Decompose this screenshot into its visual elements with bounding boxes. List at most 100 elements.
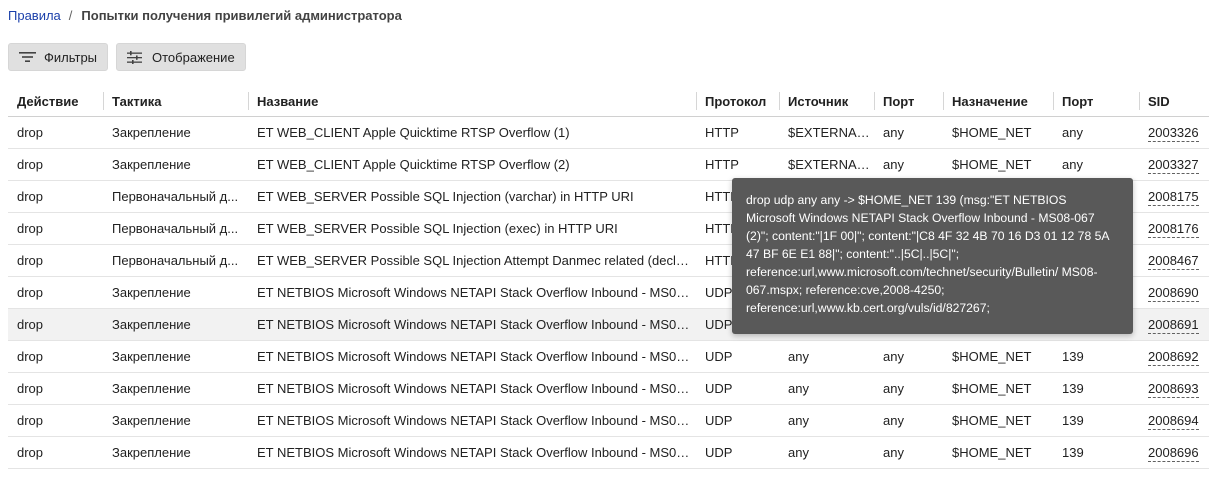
filters-button-label: Фильтры xyxy=(44,49,98,65)
breadcrumb: Правила / Попытки получения привилегий а… xyxy=(8,7,402,25)
cell-source-port: any xyxy=(874,372,943,405)
breadcrumb-separator: / xyxy=(68,8,73,23)
cell-destination: $HOME_NET xyxy=(943,340,1053,373)
cell-name: ET NETBIOS Microsoft Windows NETAPI Stac… xyxy=(248,372,696,405)
cell-destination: $HOME_NET xyxy=(943,372,1053,405)
cell-sid: 2008175 xyxy=(1139,180,1209,213)
cell-action: drop xyxy=(8,148,103,181)
cell-action: drop xyxy=(8,244,103,277)
cell-source-port: any xyxy=(874,340,943,373)
sliders-icon xyxy=(127,50,144,64)
cell-tactic: Первоначальный д... xyxy=(103,212,248,245)
cell-protocol: UDP xyxy=(696,404,779,437)
cell-destination: $HOME_NET xyxy=(943,148,1053,181)
toolbar: Фильтры Отображение xyxy=(8,43,246,71)
sid-link[interactable]: 2008691 xyxy=(1148,317,1199,334)
cell-name: ET NETBIOS Microsoft Windows NETAPI Stac… xyxy=(248,436,696,469)
cell-protocol: UDP xyxy=(696,340,779,373)
breadcrumb-rules-link[interactable]: Правила xyxy=(8,7,61,25)
cell-destination: $HOME_NET xyxy=(943,436,1053,469)
cell-source-port: any xyxy=(874,116,943,149)
cell-sid: 2008691 xyxy=(1139,308,1209,341)
column-header-sid[interactable]: SID xyxy=(1139,86,1209,117)
cell-protocol: UDP xyxy=(696,436,779,469)
table-row[interactable]: drop Закрепление ET NETBIOS Microsoft Wi… xyxy=(8,404,1209,437)
cell-name: ET NETBIOS Microsoft Windows NETAPI Stac… xyxy=(248,308,696,341)
cell-tactic: Закрепление xyxy=(103,340,248,373)
cell-tactic: Закрепление xyxy=(103,308,248,341)
column-header-tactic[interactable]: Тактика xyxy=(103,86,248,117)
cell-source: $EXTERNAL... xyxy=(779,148,874,181)
cell-action: drop xyxy=(8,340,103,373)
cell-name: ET NETBIOS Microsoft Windows NETAPI Stac… xyxy=(248,340,696,373)
column-header-destination[interactable]: Назначение xyxy=(943,86,1053,117)
cell-action: drop xyxy=(8,372,103,405)
filters-button[interactable]: Фильтры xyxy=(8,43,109,71)
filter-icon xyxy=(19,50,36,64)
cell-protocol: HTTP xyxy=(696,116,779,149)
cell-source-port: any xyxy=(874,404,943,437)
cell-action: drop xyxy=(8,180,103,213)
sid-link[interactable]: 2008467 xyxy=(1148,253,1199,270)
sid-link[interactable]: 2008694 xyxy=(1148,413,1199,430)
cell-action: drop xyxy=(8,308,103,341)
cell-tactic: Закрепление xyxy=(103,148,248,181)
cell-name: ET NETBIOS Microsoft Windows NETAPI Stac… xyxy=(248,404,696,437)
cell-source: any xyxy=(779,404,874,437)
cell-source: $EXTERNAL... xyxy=(779,116,874,149)
cell-action: drop xyxy=(8,436,103,469)
table-row[interactable]: drop Закрепление ET NETBIOS Microsoft Wi… xyxy=(8,372,1209,405)
table-header-row: Действие Тактика Название Протокол Источ… xyxy=(8,86,1209,117)
cell-sid: 2003327 xyxy=(1139,148,1209,181)
column-header-source-port[interactable]: Порт xyxy=(874,86,943,117)
table-row[interactable]: drop Закрепление ET WEB_CLIENT Apple Qui… xyxy=(8,116,1209,149)
cell-sid: 2008692 xyxy=(1139,340,1209,373)
cell-sid: 2008467 xyxy=(1139,244,1209,277)
cell-action: drop xyxy=(8,404,103,437)
cell-destination-port: 139 xyxy=(1053,404,1139,437)
cell-sid: 2003326 xyxy=(1139,116,1209,149)
sid-link[interactable]: 2008692 xyxy=(1148,349,1199,366)
cell-name: ET NETBIOS Microsoft Windows NETAPI Stac… xyxy=(248,276,696,309)
sid-link[interactable]: 2008696 xyxy=(1148,445,1199,462)
cell-action: drop xyxy=(8,116,103,149)
cell-tactic: Первоначальный д... xyxy=(103,244,248,277)
cell-tactic: Закрепление xyxy=(103,372,248,405)
cell-source: any xyxy=(779,436,874,469)
cell-destination: $HOME_NET xyxy=(943,116,1053,149)
page-title: Попытки получения привилегий администрат… xyxy=(81,8,402,23)
sid-link[interactable]: 2008175 xyxy=(1148,189,1199,206)
cell-destination-port: 139 xyxy=(1053,436,1139,469)
column-header-destination-port[interactable]: Порт xyxy=(1053,86,1139,117)
column-header-name[interactable]: Название xyxy=(248,86,696,117)
cell-source: any xyxy=(779,340,874,373)
column-header-action[interactable]: Действие xyxy=(8,86,103,117)
sid-link[interactable]: 2003326 xyxy=(1148,125,1199,142)
cell-source-port: any xyxy=(874,148,943,181)
cell-protocol: HTTP xyxy=(696,148,779,181)
cell-destination-port: 139 xyxy=(1053,372,1139,405)
cell-sid: 2008693 xyxy=(1139,372,1209,405)
cell-destination-port: any xyxy=(1053,148,1139,181)
cell-sid: 2008696 xyxy=(1139,436,1209,469)
cell-source-port: any xyxy=(874,436,943,469)
rules-page: Правила / Попытки получения привилегий а… xyxy=(0,0,1209,477)
table-row[interactable]: drop Закрепление ET NETBIOS Microsoft Wi… xyxy=(8,436,1209,469)
table-row[interactable]: drop Закрепление ET WEB_CLIENT Apple Qui… xyxy=(8,148,1209,181)
table-row[interactable]: drop Закрепление ET NETBIOS Microsoft Wi… xyxy=(8,340,1209,373)
sid-link[interactable]: 2008693 xyxy=(1148,381,1199,398)
rule-tooltip: drop udp any any -> $HOME_NET 139 (msg:"… xyxy=(732,178,1133,334)
display-button[interactable]: Отображение xyxy=(116,43,246,71)
sid-link[interactable]: 2003327 xyxy=(1148,157,1199,174)
cell-tactic: Закрепление xyxy=(103,436,248,469)
cell-name: ET WEB_SERVER Possible SQL Injection (va… xyxy=(248,180,696,213)
cell-destination-port: 139 xyxy=(1053,340,1139,373)
cell-sid: 2008694 xyxy=(1139,404,1209,437)
sid-link[interactable]: 2008176 xyxy=(1148,221,1199,238)
column-header-source[interactable]: Источник xyxy=(779,86,874,117)
column-header-protocol[interactable]: Протокол xyxy=(696,86,779,117)
cell-tactic: Закрепление xyxy=(103,276,248,309)
sid-link[interactable]: 2008690 xyxy=(1148,285,1199,302)
cell-name: ET WEB_SERVER Possible SQL Injection Att… xyxy=(248,244,696,277)
cell-tactic: Закрепление xyxy=(103,404,248,437)
